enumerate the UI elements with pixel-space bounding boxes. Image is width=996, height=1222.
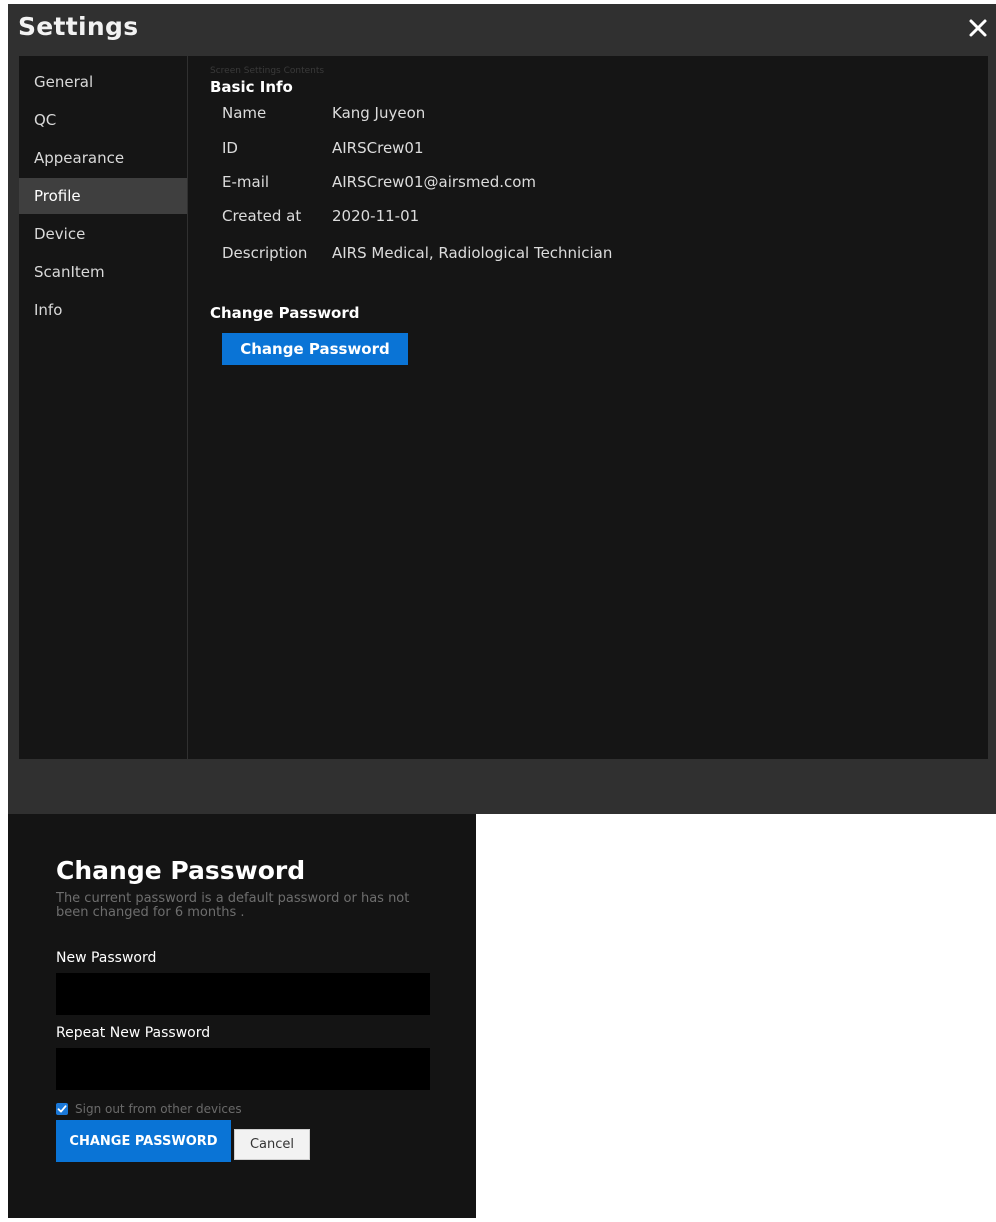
repeat-password-input[interactable] [56, 1048, 430, 1090]
settings-header: Settings [8, 4, 996, 54]
close-button[interactable] [964, 14, 992, 42]
sign-out-checkbox[interactable] [56, 1103, 68, 1115]
sidebar-item-device[interactable]: Device [19, 216, 187, 252]
repeat-password-label: Repeat New Password [56, 1025, 211, 1041]
field-label: Name [222, 104, 267, 122]
change-password-section-title: Change Password [210, 304, 360, 322]
settings-window: Settings General QC Appearance Profile D… [8, 4, 996, 814]
sidebar-item-scanitem[interactable]: ScanItem [19, 254, 187, 290]
profile-content: Screen Settings Contents Basic Info Name… [188, 56, 988, 759]
sidebar-list: General QC Appearance Profile Device Sca… [19, 56, 187, 328]
change-password-button[interactable]: Change Password [222, 333, 408, 365]
field-value: AIRSCrew01 [332, 139, 424, 157]
field-value: Kang Juyeon [332, 104, 426, 122]
new-password-label: New Password [56, 950, 157, 966]
dialog-subtitle: The current password is a default passwo… [56, 891, 410, 920]
screen-contents-label: Screen Settings Contents [210, 66, 325, 76]
field-label: Created at [222, 207, 302, 225]
cancel-button[interactable]: Cancel [234, 1129, 310, 1160]
field-label: ID [222, 139, 238, 157]
field-label: E-mail [222, 173, 270, 191]
change-password-dialog: Change Password The current password is … [8, 814, 476, 1218]
field-value: AIRSCrew01@airsmed.com [332, 173, 537, 191]
submit-change-password-button[interactable]: CHANGE PASSWORD [56, 1120, 231, 1162]
checkmark-icon [57, 1105, 67, 1113]
settings-title: Settings [18, 12, 139, 41]
sign-out-label: Sign out from other devices [75, 1102, 242, 1116]
basic-info-title: Basic Info [210, 78, 293, 96]
field-label: Description [222, 244, 308, 262]
new-password-input[interactable] [56, 973, 430, 1015]
sidebar-item-info[interactable]: Info [19, 292, 187, 328]
sidebar-item-appearance[interactable]: Appearance [19, 140, 187, 176]
sidebar-item-general[interactable]: General [19, 64, 187, 100]
close-icon [969, 19, 987, 37]
sidebar-item-profile[interactable]: Profile [19, 178, 187, 214]
field-value: 2020-11-01 [332, 207, 420, 225]
settings-sidebar: General QC Appearance Profile Device Sca… [19, 56, 187, 759]
field-value: AIRS Medical, Radiological Technician [332, 244, 613, 262]
sidebar-item-qc[interactable]: QC [19, 102, 187, 138]
dialog-title: Change Password [56, 856, 306, 885]
